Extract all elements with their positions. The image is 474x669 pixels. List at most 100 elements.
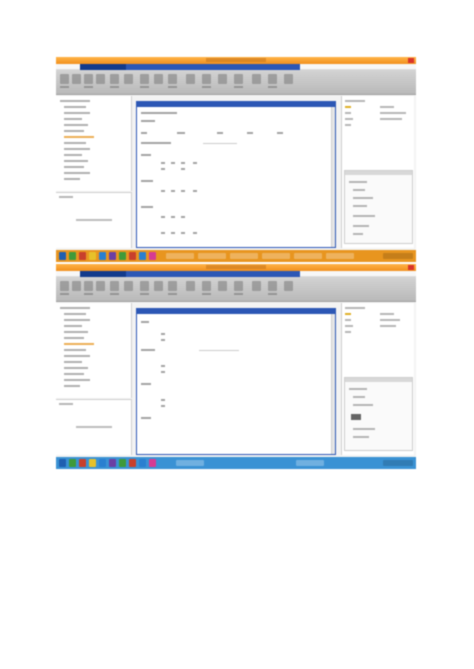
tree-item[interactable] [64, 379, 90, 381]
toolbar-icon[interactable] [124, 281, 133, 291]
toolbar-icon[interactable] [186, 74, 195, 84]
tree-item[interactable] [64, 349, 86, 351]
toolbar-icon[interactable] [168, 281, 177, 291]
taskbar-task[interactable] [294, 253, 322, 259]
toolbar-icon[interactable] [60, 281, 69, 291]
taskbar-task[interactable] [296, 460, 324, 466]
panel-item[interactable] [345, 118, 353, 120]
tree-item[interactable] [60, 100, 90, 102]
tree-item[interactable] [64, 118, 82, 120]
app-icon[interactable] [99, 252, 106, 260]
style-item[interactable] [353, 396, 365, 398]
tree-item[interactable] [64, 106, 86, 108]
taskbar-task[interactable] [176, 460, 204, 466]
taskbar-task[interactable] [326, 253, 354, 259]
panel-item[interactable] [345, 112, 351, 114]
toolbar-icon[interactable] [110, 281, 119, 291]
panel-item[interactable] [380, 106, 394, 108]
tree-item[interactable] [64, 178, 80, 180]
toolbar-icon[interactable] [202, 74, 211, 84]
app-icon[interactable] [109, 252, 116, 260]
tree-item[interactable] [64, 130, 84, 132]
tree-item[interactable] [64, 325, 82, 327]
panel-item[interactable] [345, 325, 353, 327]
taskbar-task[interactable] [230, 253, 258, 259]
taskbar-task[interactable] [198, 253, 226, 259]
panel-item[interactable] [345, 124, 351, 126]
taskbar-task[interactable] [262, 253, 290, 259]
tree-item[interactable] [64, 154, 82, 156]
panel-item[interactable] [380, 325, 396, 327]
toolbar-icon[interactable] [284, 74, 293, 84]
tree-item[interactable] [64, 337, 84, 339]
panel-item[interactable] [380, 118, 402, 120]
close-icon[interactable] [408, 265, 414, 270]
app-icon[interactable] [149, 459, 156, 467]
panel-item[interactable] [380, 319, 400, 321]
tree-item-selected[interactable] [64, 136, 94, 138]
style-item[interactable] [353, 189, 365, 191]
tree-item[interactable] [64, 367, 88, 369]
app-icon[interactable] [119, 459, 126, 467]
toolbar-icon[interactable] [60, 74, 69, 84]
tree-item[interactable] [64, 331, 88, 333]
toolbar-icon[interactable] [268, 74, 277, 84]
toolbar-icon[interactable] [96, 74, 105, 84]
app-icon[interactable] [89, 459, 96, 467]
toolbar-icon[interactable] [140, 281, 149, 291]
toolbar-icon[interactable] [110, 74, 119, 84]
tree-item[interactable] [64, 112, 90, 114]
tree-item[interactable] [64, 166, 84, 168]
toolbar-icon[interactable] [202, 281, 211, 291]
toolbar-icon[interactable] [154, 74, 163, 84]
style-item[interactable] [353, 225, 369, 227]
toolbar-icon[interactable] [186, 281, 195, 291]
tree-item[interactable] [64, 148, 90, 150]
panel-item[interactable] [345, 331, 351, 333]
app-icon[interactable] [119, 252, 126, 260]
toolbar-icon[interactable] [72, 281, 81, 291]
toolbar-icon[interactable] [252, 74, 261, 84]
toolbar-icon[interactable] [168, 74, 177, 84]
toolbar-icon[interactable] [284, 281, 293, 291]
tree-item[interactable] [64, 124, 88, 126]
tree-item[interactable] [64, 385, 80, 387]
panel-item[interactable] [345, 319, 351, 321]
style-item[interactable] [353, 205, 367, 207]
style-preview-widget[interactable] [351, 414, 361, 420]
tree-item[interactable] [64, 160, 88, 162]
panel-item[interactable] [380, 313, 394, 315]
app-icon[interactable] [69, 459, 76, 467]
tree-item[interactable] [64, 172, 90, 174]
style-item[interactable] [353, 404, 373, 406]
vertical-scrollbar[interactable] [331, 107, 335, 247]
style-item[interactable] [349, 181, 367, 183]
start-icon[interactable] [59, 252, 66, 260]
style-item[interactable] [353, 436, 369, 438]
tree-item[interactable] [60, 307, 90, 309]
toolbar-icon[interactable] [72, 74, 81, 84]
app-icon[interactable] [79, 459, 86, 467]
app-icon[interactable] [129, 459, 136, 467]
style-item[interactable] [349, 388, 367, 390]
tree-item[interactable] [64, 361, 82, 363]
toolbar-icon[interactable] [218, 74, 227, 84]
app-icon[interactable] [79, 252, 86, 260]
tree-item[interactable] [64, 355, 90, 357]
toolbar-icon[interactable] [140, 74, 149, 84]
close-icon[interactable] [408, 58, 414, 63]
app-icon[interactable] [129, 252, 136, 260]
tree-item[interactable] [64, 142, 86, 144]
toolbar-icon[interactable] [96, 281, 105, 291]
style-item[interactable] [353, 428, 375, 430]
tree-item[interactable] [64, 319, 90, 321]
app-icon[interactable] [139, 459, 146, 467]
toolbar-icon[interactable] [234, 281, 243, 291]
toolbar-icon[interactable] [84, 281, 93, 291]
toolbar-icon[interactable] [252, 281, 261, 291]
tree-item[interactable] [64, 373, 84, 375]
style-item[interactable] [353, 197, 373, 199]
toolbar-icon[interactable] [84, 74, 93, 84]
panel-item[interactable] [380, 112, 406, 114]
app-icon[interactable] [69, 252, 76, 260]
